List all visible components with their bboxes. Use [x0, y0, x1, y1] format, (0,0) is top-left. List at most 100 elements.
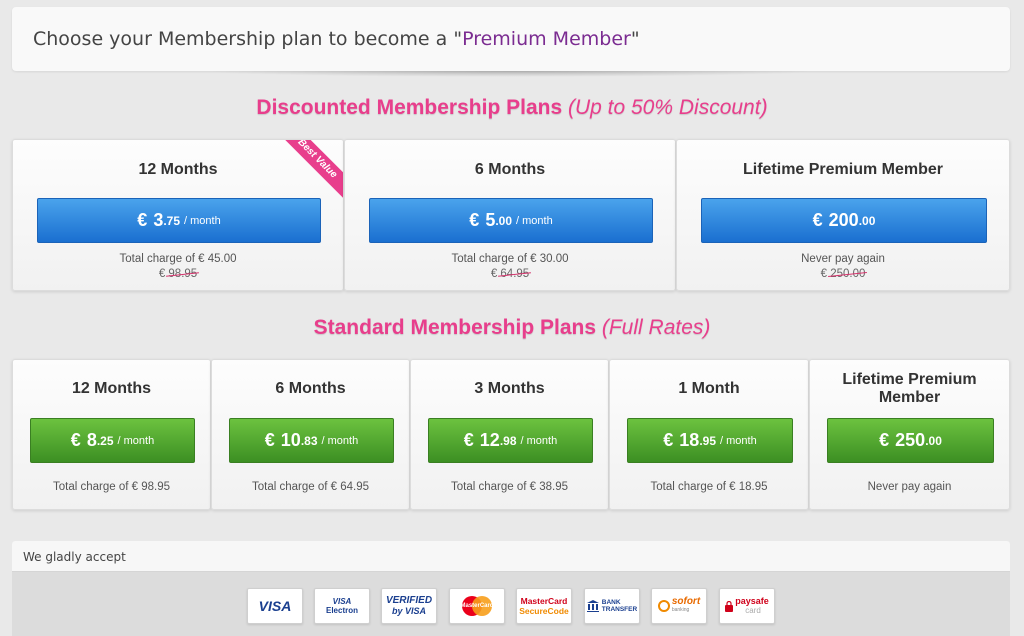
- plan-price-button[interactable]: €5.00/ month: [369, 198, 653, 243]
- plan-name: 12 Months: [71, 380, 152, 397]
- total-charge: Total charge of € 64.95: [252, 481, 369, 493]
- plan-card-discounted-12-months: Best Value 12 Months €3.75/ month Total …: [12, 139, 344, 291]
- currency-symbol: €: [264, 430, 275, 450]
- paysafecard-line1: paysafe: [735, 596, 769, 606]
- quote-open: ": [453, 28, 463, 50]
- verified-by-visa-line1: VERIFIED: [385, 595, 433, 606]
- price-cents: .75: [163, 213, 181, 228]
- currency-symbol: €: [70, 430, 81, 450]
- header-shadow: [200, 71, 820, 77]
- payment-methods-panel: We gladly accept VISA VISA Electron VERI…: [12, 541, 1010, 636]
- payment-methods-label: We gladly accept: [23, 550, 126, 564]
- sofort-line2: banking: [671, 607, 690, 613]
- plan-card-discounted-lifetime: Lifetime Premium Member €200.00 Never pa…: [676, 139, 1010, 291]
- plan-card-discounted-6-months: 6 Months €5.00/ month Total charge of € …: [344, 139, 676, 291]
- plan-name: 12 Months: [138, 161, 218, 178]
- plan-name: Lifetime Premium Member: [742, 161, 944, 178]
- bank-transfer-line1: BANK: [601, 599, 621, 606]
- visa-electron-line2: Electron: [325, 606, 358, 615]
- mastercard-text: MasterCard: [460, 603, 494, 609]
- original-price-currency: €: [490, 268, 501, 280]
- currency-symbol: €: [137, 210, 148, 230]
- price-amount: 18: [679, 430, 700, 450]
- plan-card-standard-lifetime: Lifetime Premium Member €250.00 Never pa…: [809, 359, 1010, 510]
- total-charge: Never pay again: [867, 481, 952, 493]
- price-amount: 5: [485, 210, 496, 230]
- lock-icon: [725, 600, 734, 612]
- page-title: Choose your Membership plan to become a …: [33, 28, 640, 50]
- plan-price-button[interactable]: €12.98/ month: [428, 418, 593, 463]
- original-price-currency: €: [158, 268, 169, 280]
- original-price-currency: €: [820, 268, 831, 280]
- price-cents: .83: [300, 433, 318, 448]
- plan-price-button[interactable]: €250.00: [827, 418, 994, 463]
- price-period: / month: [720, 434, 757, 447]
- price-amount: 12: [479, 430, 500, 450]
- price-cents: .00: [495, 213, 513, 228]
- total-charge: Total charge of € 98.95: [53, 481, 170, 493]
- standard-subtitle: (Full Rates): [601, 316, 711, 339]
- plan-price-button[interactable]: €18.95/ month: [627, 418, 793, 463]
- price-period: / month: [516, 214, 553, 227]
- price-period: / month: [321, 434, 359, 447]
- sofort-circle-icon: [657, 600, 670, 612]
- mastercard-logo-icon: MasterCard: [449, 588, 505, 624]
- discounted-title: Discounted Membership Plans: [256, 96, 563, 119]
- plan-name: 3 Months: [474, 380, 545, 397]
- paysafecard-logo-icon: paysafe card: [719, 588, 775, 624]
- price-period: / month: [184, 214, 221, 227]
- currency-symbol: €: [463, 430, 474, 450]
- plan-name: 6 Months: [474, 161, 546, 178]
- plan-price-button[interactable]: €8.25/ month: [30, 418, 195, 463]
- price-cents: .95: [699, 433, 717, 448]
- visa-logo-icon: VISA: [247, 588, 303, 624]
- plan-price-button[interactable]: €200.00: [701, 198, 987, 243]
- total-charge: Total charge of € 18.95: [650, 481, 768, 493]
- plan-card-standard-6-months: 6 Months €10.83/ month Total charge of €…: [211, 359, 410, 510]
- total-charge: Total charge of € 45.00: [119, 253, 237, 265]
- bank-transfer-line2: TRANSFER: [601, 606, 638, 613]
- original-price-value: 64.95: [500, 268, 530, 280]
- price-cents: .98: [499, 433, 517, 448]
- plan-price-button[interactable]: €10.83/ month: [229, 418, 394, 463]
- paysafecard-line2: card: [745, 606, 761, 615]
- plan-card-standard-12-months: 12 Months €8.25/ month Total charge of €…: [12, 359, 211, 510]
- price-amount: 10: [280, 430, 301, 450]
- securecode-line2: SecureCode: [519, 606, 569, 616]
- currency-symbol: €: [812, 210, 823, 230]
- price-amount: 3: [153, 210, 164, 230]
- plan-name: Lifetime Premium Member: [842, 371, 977, 406]
- quote-close: ": [630, 28, 640, 50]
- bank-transfer-logo-icon: BANK TRANSFER: [584, 588, 640, 624]
- price-amount: 8: [86, 430, 97, 450]
- visa-logo-text: VISA: [258, 598, 292, 614]
- page-title-accent: Premium Member: [462, 28, 631, 50]
- sofort-logo-icon: sofort banking: [651, 588, 707, 624]
- mastercard-securecode-logo-icon: MasterCard SecureCode: [516, 588, 572, 624]
- standard-title: Standard Membership Plans: [313, 316, 597, 339]
- page-title-prefix: Choose your Membership plan to become a: [33, 28, 454, 50]
- securecode-line1: MasterCard: [520, 596, 568, 606]
- currency-symbol: €: [469, 210, 480, 230]
- discounted-subtitle: (Up to 50% Discount): [567, 96, 768, 119]
- verified-by-visa-logo-icon: VERIFIED by VISA: [381, 588, 437, 624]
- visa-electron-logo-icon: VISA Electron: [314, 588, 370, 624]
- original-price-value: 98.95: [168, 268, 198, 280]
- plan-price-button[interactable]: €3.75/ month: [37, 198, 321, 243]
- currency-symbol: €: [663, 430, 674, 450]
- standard-section-title: Standard Membership Plans (Full Rates): [0, 316, 1024, 340]
- price-period: / month: [520, 434, 558, 447]
- total-charge: Never pay again: [801, 253, 885, 265]
- price-amount: 200: [828, 210, 859, 230]
- payment-methods-header: We gladly accept: [12, 541, 1010, 572]
- original-price: € 64.95: [345, 268, 675, 280]
- total-charge: Total charge of € 38.95: [451, 481, 568, 493]
- total-charge: Total charge of € 30.00: [451, 253, 569, 265]
- verified-by-visa-line2: by VISA: [391, 606, 426, 616]
- page-header: Choose your Membership plan to become a …: [12, 7, 1010, 71]
- bank-icon: [586, 600, 599, 612]
- plan-name: 6 Months: [275, 380, 346, 397]
- price-cents: .25: [96, 433, 114, 448]
- price-cents: .00: [858, 213, 876, 228]
- discounted-section-title: Discounted Membership Plans (Up to 50% D…: [0, 96, 1024, 120]
